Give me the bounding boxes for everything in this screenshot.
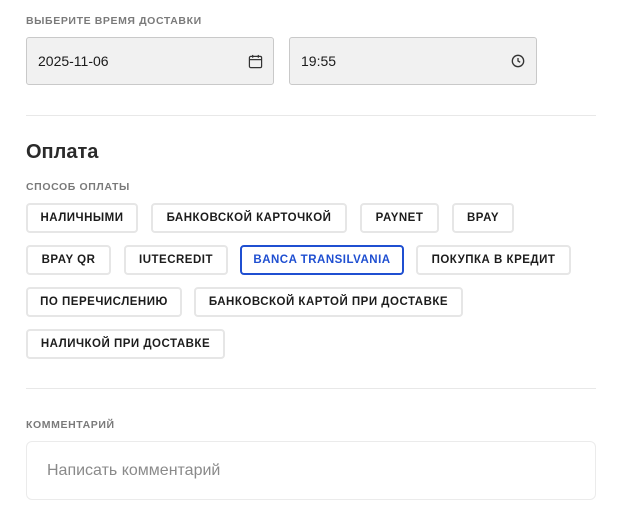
clock-icon[interactable] (510, 53, 526, 69)
payment-method-cash-on-delivery[interactable]: Наличкой при доставке (26, 329, 225, 359)
payment-heading: Оплата (26, 141, 99, 163)
payment-method-bpay-qr[interactable]: BPAY QR (26, 245, 111, 275)
payment-method-bpay[interactable]: BPAY (452, 203, 514, 233)
delivery-time-value: 19:55 (301, 53, 337, 69)
delivery-time-label: Выберите время доставки (26, 15, 202, 27)
delivery-time-field[interactable]: 19:55 (289, 37, 537, 85)
payment-method-card-on-delivery[interactable]: Банковской картой при доставке (194, 287, 463, 317)
section-divider (26, 388, 596, 389)
comment-label: Комментарий (26, 419, 115, 431)
delivery-date-value: 2025-11-06 (38, 53, 109, 69)
payment-method-credit-purchase[interactable]: Покупка в кредит (416, 245, 571, 275)
payment-method-banca-transilvania[interactable]: Banca Transilvania (240, 245, 404, 275)
payment-method-bank-transfer[interactable]: По перечислению (26, 287, 182, 317)
section-divider (26, 115, 596, 116)
payment-method-label: Способ оплаты (26, 181, 130, 193)
payment-method-bank-card[interactable]: Банковской карточкой (151, 203, 347, 233)
payment-method-paynet[interactable]: PAYNET (360, 203, 439, 233)
delivery-date-field[interactable]: 2025-11-06 (26, 37, 274, 85)
payment-method-cash[interactable]: Наличными (26, 203, 138, 233)
payment-method-iutecredit[interactable]: IUTECREDIT (124, 245, 228, 275)
comment-input[interactable] (26, 441, 596, 500)
calendar-icon[interactable] (247, 53, 263, 69)
